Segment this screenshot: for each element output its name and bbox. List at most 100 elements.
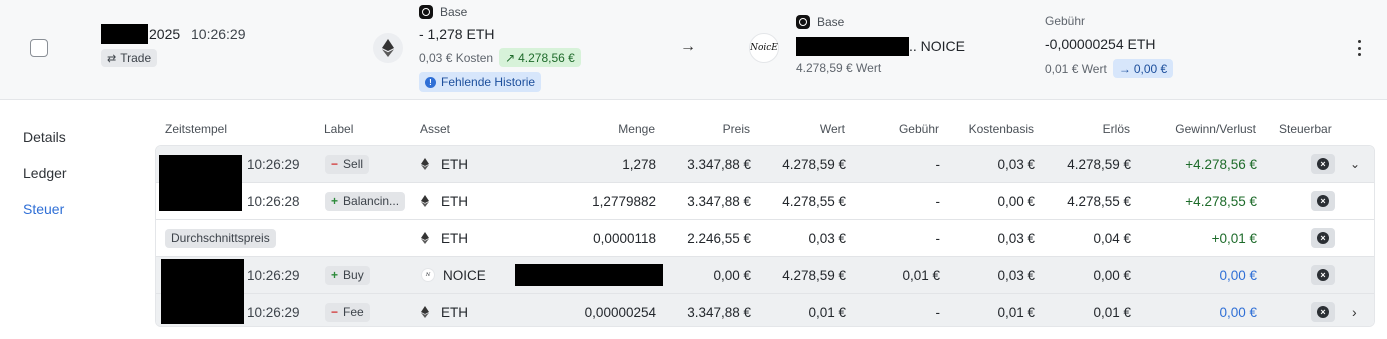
gain-badge: ↗ 4.278,56 € [499, 48, 581, 67]
minus-icon: − [331, 305, 339, 319]
tx-date-suffix: 2025 [149, 26, 181, 42]
asset-name: ETH [441, 193, 468, 209]
asset-name: NOICE [443, 267, 486, 283]
missing-history-label: Fehlende Historie [441, 75, 536, 89]
row-time: 10:26:28 [247, 193, 300, 209]
col-asset: Asset [420, 122, 451, 136]
table-row[interactable]: 10:26:28 + Balancin... ETH 1,2779882 3.34… [156, 156, 1374, 219]
row-time: 10:26:29 [247, 267, 300, 283]
col-gewinn: Gewinn/Verlust [1175, 122, 1256, 136]
missing-history-badge[interactable]: ! Fehlende Historie [419, 72, 542, 92]
noice-logo-icon: NoicE [749, 33, 779, 63]
eth-icon [421, 195, 431, 207]
cell-kostenbasis: 0,03 € [997, 267, 1035, 283]
col-wert: Wert [819, 122, 845, 136]
info-icon: ! [425, 76, 436, 88]
asset-cell: ETH [421, 146, 468, 182]
cell-gebuehr: - [935, 304, 941, 320]
chevron-right-icon[interactable]: › [1352, 294, 1357, 326]
table-row[interactable]: 10:26:29 + Buy N NOICE 0,00 € 4.278,59 € … [156, 256, 1374, 294]
close-circle-icon: × [1317, 195, 1329, 207]
not-taxable-toggle[interactable]: × [1311, 154, 1335, 174]
nav-ledger[interactable]: Ledger [23, 165, 67, 181]
cell-preis: 0,00 € [713, 267, 751, 283]
trade-tag-label: Trade [120, 51, 152, 65]
cell-gewinn: +4.278,55 € [1185, 193, 1257, 209]
tax-table: 10:26:29 − Sell ETH 1,278 3.347,88 € 4.27… [155, 145, 1375, 327]
table-row[interactable]: Durchschnittspreis ETH 0,0000118 2.246,5… [156, 219, 1374, 256]
trade-tag: ⇄ Trade [101, 49, 158, 67]
cell-wert: 0,01 € [808, 304, 846, 320]
table-row[interactable]: 10:26:29 − Fee ETH 0,00000254 3.347,88 € … [156, 292, 1374, 326]
out-cost: 0,03 € Kosten [419, 50, 494, 65]
label-badge: − Fee [325, 302, 370, 322]
eth-icon [421, 306, 431, 318]
cell-wert: 4.278,59 € [782, 267, 846, 283]
cell-preis: 2.246,55 € [687, 230, 751, 246]
col-menge: Menge [618, 122, 655, 136]
label-badge: − Sell [325, 154, 370, 174]
cell-gewinn: 0,00 € [1219, 267, 1257, 283]
eth-icon [421, 158, 431, 170]
redacted-date [161, 259, 244, 294]
cell-gebuehr: - [935, 156, 941, 172]
not-taxable-toggle[interactable]: × [1311, 302, 1335, 322]
cell-menge: 1,278 [622, 156, 656, 172]
nav-details[interactable]: Details [23, 129, 66, 145]
asset-cell: ETH [421, 220, 468, 256]
not-taxable-toggle[interactable]: × [1311, 228, 1335, 248]
cell-preis: 3.347,88 € [687, 193, 751, 209]
average-price-badge: Durchschnittspreis [165, 228, 276, 248]
cell-gebuehr: 0,01 € [902, 267, 940, 283]
table-row[interactable]: 10:26:29 − Sell ETH 1,278 3.347,88 € 4.27… [156, 146, 1374, 211]
more-options-icon[interactable] [1354, 40, 1364, 56]
cell-erloes: 0,00 € [1093, 267, 1131, 283]
out-chain: Base [419, 5, 467, 19]
cell-erloes: 4.278,55 € [1067, 193, 1131, 209]
noice-logo-text: NoicE [750, 43, 778, 53]
cell-preis: 3.347,88 € [687, 304, 751, 320]
cell-menge: 0,00000254 [584, 304, 656, 320]
redacted-amount [515, 264, 663, 286]
in-token: .. NOICE [909, 38, 966, 54]
not-taxable-toggle[interactable]: × [1311, 265, 1335, 285]
chevron-down-icon[interactable]: ⌄ [1350, 146, 1360, 182]
asset-cell: ETH [421, 183, 468, 219]
cell-wert: 4.278,59 € [782, 156, 846, 172]
fee-label: Gebühr [1045, 14, 1086, 28]
eth-icon [373, 33, 403, 63]
row-time: 10:26:29 [247, 156, 300, 172]
out-meta: 0,03 € Kosten ↗ 4.278,56 € [419, 48, 581, 67]
arrow-right-icon: → [1118, 61, 1131, 76]
cell-gewinn: 0,00 € [1219, 304, 1257, 320]
close-circle-icon: × [1317, 306, 1329, 318]
asset-name: ETH [441, 156, 468, 172]
cell-erloes: 0,01 € [1093, 304, 1131, 320]
eth-icon [421, 232, 431, 244]
select-checkbox[interactable] [30, 39, 48, 57]
close-circle-icon: × [1317, 232, 1329, 244]
fee-delta-badge: → 0,00 € [1112, 59, 1174, 78]
redacted-date [159, 156, 242, 184]
plus-icon: + [331, 194, 339, 208]
cell-gewinn: +0,01 € [1211, 230, 1257, 246]
row-time: 10:26:29 [247, 304, 300, 320]
out-amount: - 1,278 ETH [419, 26, 495, 42]
base-chain-icon [419, 5, 433, 19]
not-taxable-toggle[interactable]: × [1311, 191, 1335, 211]
close-circle-icon: × [1317, 269, 1329, 281]
in-value: 4.278,59 € Wert [796, 61, 882, 75]
nav-steuer[interactable]: Steuer [23, 201, 64, 217]
col-erloes: Erlös [1102, 122, 1130, 136]
gain-badge-value: 4.278,56 € [518, 50, 575, 65]
out-chain-label: Base [440, 5, 468, 19]
cell-kostenbasis: 0,03 € [997, 230, 1035, 246]
label-text: Fee [343, 305, 364, 319]
base-chain-icon [796, 15, 810, 29]
cell-menge: 0,0000118 [593, 230, 656, 246]
fee-delta-value: 0,00 € [1133, 61, 1168, 76]
asset-name: ETH [441, 304, 468, 320]
label-badge: + Buy [325, 265, 370, 285]
label-text: Sell [343, 157, 364, 171]
swap-icon: ⇄ [107, 52, 117, 65]
